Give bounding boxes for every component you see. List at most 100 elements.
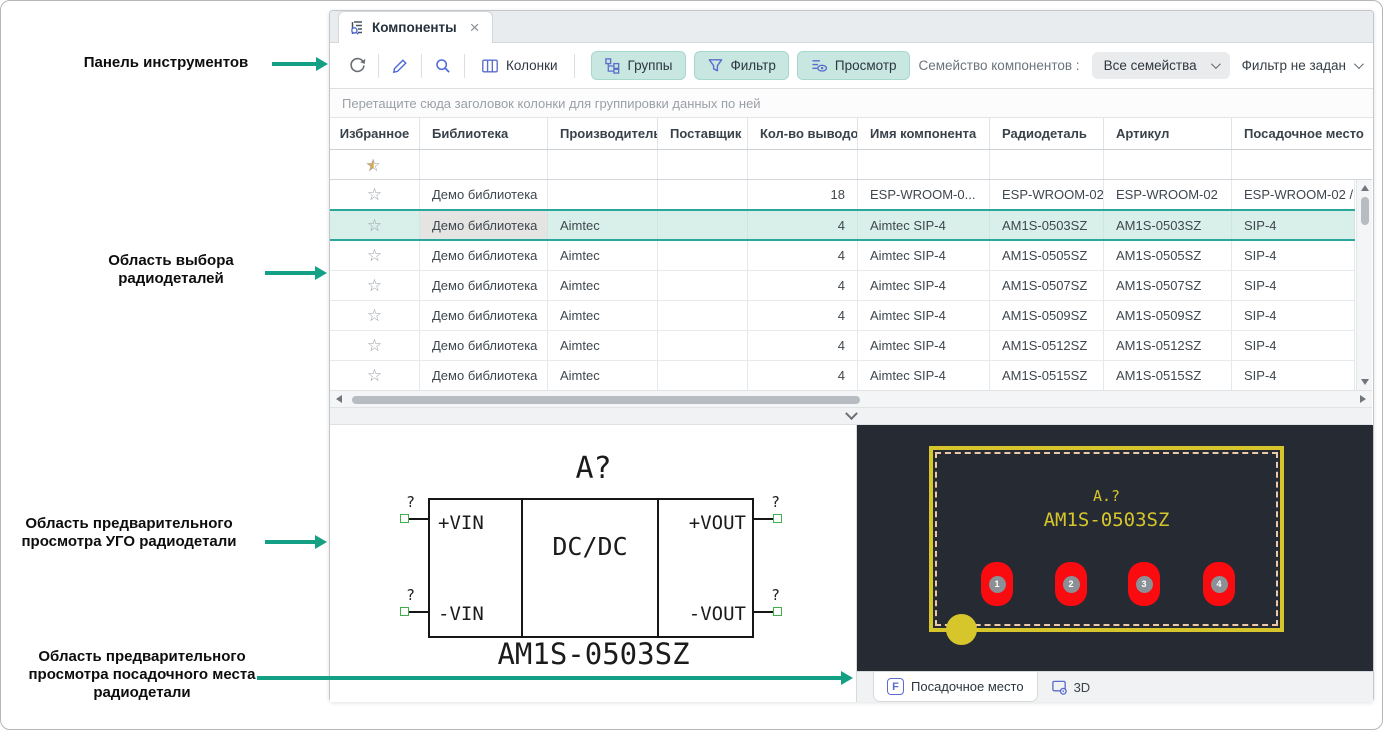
vertical-scrollbar[interactable]	[1356, 180, 1372, 390]
filter-cell[interactable]	[990, 150, 1104, 179]
cell-manufacturer: Aimtec	[548, 331, 658, 360]
column-header-footprint[interactable]: Посадочное место	[1232, 118, 1372, 149]
cell-footprint: SIP-4	[1232, 271, 1355, 300]
pin-terminal	[773, 514, 782, 523]
half-star-outline: ☆	[366, 156, 381, 176]
columns-button[interactable]: Колонки	[473, 53, 566, 79]
star-icon[interactable]: ☆	[367, 367, 382, 384]
star-icon[interactable]: ☆	[367, 337, 382, 354]
cell-supplier	[658, 361, 748, 390]
star-icon[interactable]: ☆	[367, 247, 382, 264]
scroll-up-arrow[interactable]	[1361, 185, 1369, 191]
favorite-cell: ☆	[330, 361, 420, 390]
footprint-pad: 4	[1203, 562, 1235, 606]
horizontal-scrollbar[interactable]	[330, 390, 1372, 408]
filter-cell[interactable]	[548, 150, 658, 179]
cell-part: AM1S-0503SZ	[990, 211, 1104, 239]
column-header-pincount[interactable]: Кол-во выводов	[748, 118, 858, 149]
column-header-component-name[interactable]: Имя компонента	[858, 118, 990, 149]
vertical-scrollbar-thumb[interactable]	[1361, 197, 1369, 225]
column-header-article[interactable]: Артикул	[1104, 118, 1232, 149]
star-icon[interactable]: ☆	[367, 217, 382, 234]
group-by-bar[interactable]: Перетащите сюда заголовок колонки для гр…	[330, 89, 1373, 118]
toolbar-separator	[378, 54, 379, 78]
edit-button[interactable]	[387, 53, 413, 79]
table-row[interactable]: ☆ Демо библиотека Aimtec 4 Aimtec SIP-4 …	[330, 241, 1355, 271]
tab-footprint[interactable]: F Посадочное место	[873, 672, 1038, 702]
filter-cell[interactable]	[658, 150, 748, 179]
column-header-supplier[interactable]: Поставщик	[658, 118, 748, 149]
scroll-right-arrow[interactable]	[1360, 395, 1366, 403]
cell-manufacturer	[548, 180, 658, 209]
table-body: ☆ Демо библиотека 18 ESP-WROOM-0... ESP-…	[330, 180, 1355, 391]
tab-components[interactable]: Компоненты ×	[338, 11, 493, 43]
horizontal-scrollbar-thumb[interactable]	[352, 396, 860, 404]
cell-part: AM1S-0509SZ	[990, 301, 1104, 330]
cell-library: Демо библиотека	[420, 331, 548, 360]
table-row[interactable]: ☆ Демо библиотека Aimtec 4 Aimtec SIP-4 …	[330, 361, 1355, 391]
cell-pincount: 4	[748, 301, 858, 330]
tab-3d[interactable]: 3D	[1038, 672, 1104, 702]
cell-component-name: Aimtec SIP-4	[858, 211, 990, 239]
table-row[interactable]: ☆ Демо библиотека Aimtec 4 Aimtec SIP-4 …	[330, 301, 1355, 331]
table-row[interactable]: ☆ Демо библиотека Aimtec 4 Aimtec SIP-4 …	[330, 331, 1355, 361]
column-header-favorites[interactable]: Избранное	[330, 118, 420, 149]
scroll-down-arrow[interactable]	[1361, 379, 1369, 385]
favorites-filter-cell[interactable]: ★ ☆	[330, 150, 420, 179]
cell-library: Демо библиотека	[420, 361, 548, 390]
tab-close-icon[interactable]: ×	[470, 19, 480, 36]
filter-cell[interactable]	[1104, 150, 1232, 179]
3d-view-icon	[1051, 679, 1068, 696]
filter-cell[interactable]	[1232, 150, 1372, 179]
scroll-left-arrow[interactable]	[336, 395, 342, 403]
search-button[interactable]	[430, 53, 456, 79]
column-header-library[interactable]: Библиотека	[420, 118, 548, 149]
filter-toggle[interactable]: Фильтр	[694, 51, 789, 80]
pin-number-unassigned: ?	[406, 493, 415, 511]
footprint-f-icon: F	[887, 678, 904, 695]
groups-toggle[interactable]: Группы	[591, 51, 686, 80]
filter-label: Фильтр	[731, 58, 776, 73]
cell-footprint: SIP-4	[1232, 301, 1355, 330]
cell-library: Демо библиотека	[420, 180, 548, 209]
table-row[interactable]: ☆ Демо библиотека Aimtec 4 Aimtec SIP-4 …	[330, 209, 1355, 241]
column-header-part[interactable]: Радиодеталь	[990, 118, 1104, 149]
favorite-cell: ☆	[330, 301, 420, 330]
footprint-canvas[interactable]: A.? AM1S-0503SZ 1234	[857, 425, 1373, 671]
symbol-preview-pane[interactable]: A? +VIN -VIN DC/DC +VOUT -VOUT	[330, 425, 857, 702]
collapse-chevron-icon[interactable]	[845, 407, 858, 420]
preview-toggle[interactable]: Просмотр	[797, 51, 910, 80]
cell-article: AM1S-0505SZ	[1104, 241, 1232, 270]
star-icon[interactable]: ☆	[367, 307, 382, 324]
preview-splitter[interactable]	[330, 408, 1372, 425]
table-row[interactable]: ☆ Демо библиотека 18 ESP-WROOM-0... ESP-…	[330, 180, 1355, 210]
cell-pincount: 4	[748, 271, 858, 300]
cell-manufacturer: Aimtec	[548, 241, 658, 270]
half-star-icon[interactable]: ★ ☆	[366, 156, 384, 174]
star-icon[interactable]: ☆	[367, 277, 382, 294]
column-header-manufacturer[interactable]: Производитель	[548, 118, 658, 149]
cell-pincount: 4	[748, 331, 858, 360]
filter-cell[interactable]	[420, 150, 548, 179]
star-icon[interactable]: ☆	[367, 186, 382, 203]
preview-area: A? +VIN -VIN DC/DC +VOUT -VOUT	[330, 425, 1373, 702]
columns-icon	[481, 57, 499, 75]
favorite-cell: ☆	[330, 331, 420, 360]
cell-part: AM1S-0505SZ	[990, 241, 1104, 270]
footprint-pad: 3	[1128, 562, 1160, 606]
refresh-button[interactable]	[344, 53, 370, 79]
pin-label-vin-minus: -VIN	[438, 603, 484, 625]
filter-cell[interactable]	[748, 150, 858, 179]
cell-article: AM1S-0512SZ	[1104, 331, 1232, 360]
annotation-arrow-symbol	[265, 540, 315, 544]
preview-eye-icon	[810, 57, 828, 74]
cell-component-name: Aimtec SIP-4	[858, 271, 990, 300]
filter-status-select[interactable]: Фильтр не задан	[1242, 58, 1361, 73]
filter-cell[interactable]	[858, 150, 990, 179]
groups-icon	[604, 57, 621, 74]
table-row[interactable]: ☆ Демо библиотека Aimtec 4 Aimtec SIP-4 …	[330, 271, 1355, 301]
cell-pincount: 4	[748, 241, 858, 270]
cell-part: AM1S-0515SZ	[990, 361, 1104, 390]
pin-label-vout-minus: -VOUT	[689, 603, 746, 625]
family-select[interactable]: Все семейства	[1092, 52, 1230, 79]
